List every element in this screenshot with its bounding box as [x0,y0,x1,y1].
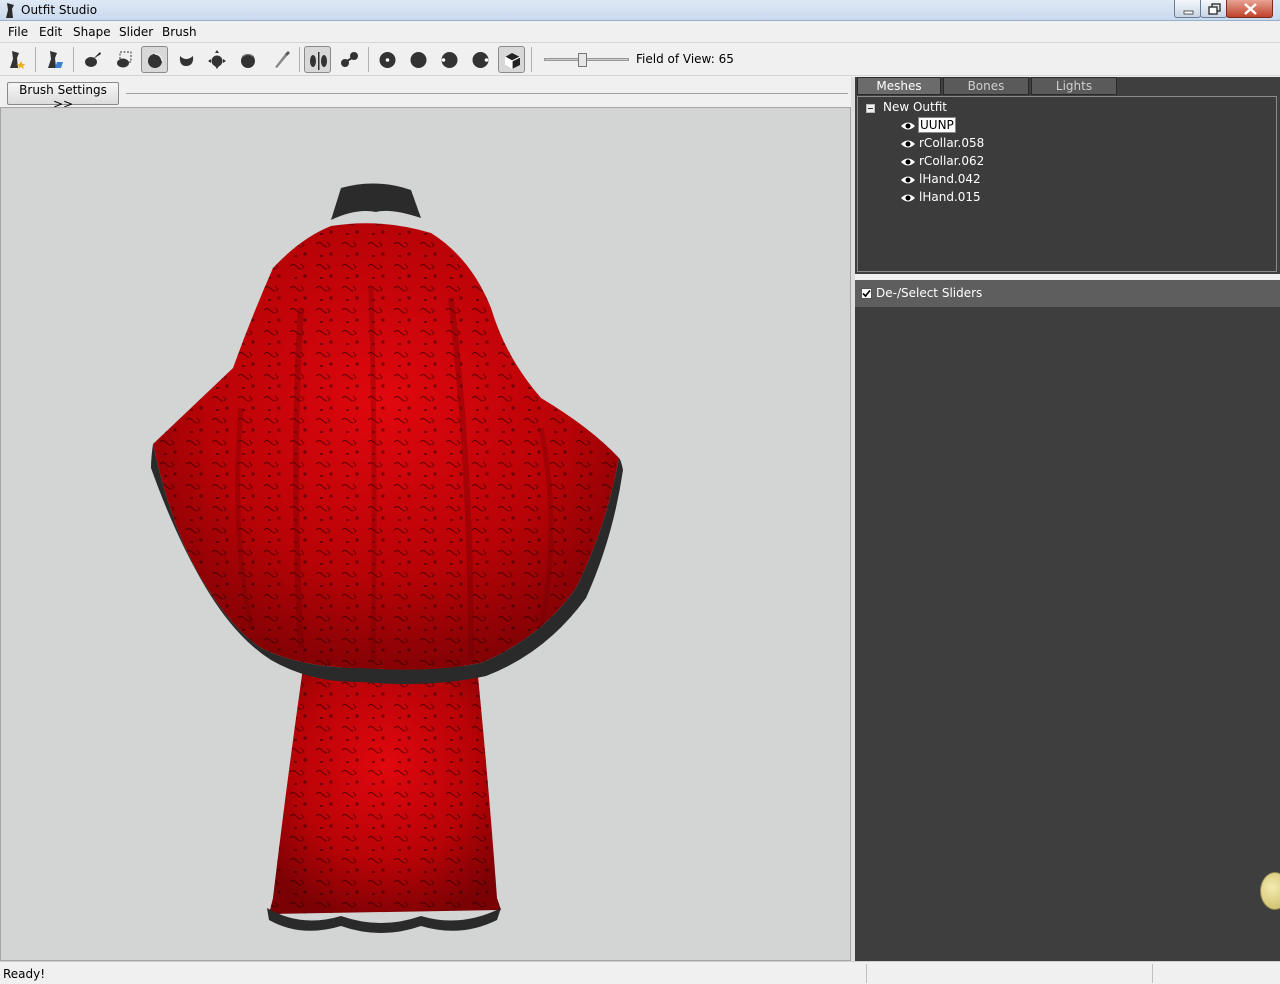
weight-brush-icon [275,51,290,68]
inflate-brush-button[interactable] [141,46,168,73]
tab-meshes[interactable]: Meshes [857,77,941,95]
menu-slider[interactable]: Slider [119,25,153,39]
status-text: Ready! [3,967,46,981]
title-bar: Outfit Studio [0,0,1280,21]
new-outfit-button[interactable] [3,46,30,73]
select-brush-button[interactable] [79,46,106,73]
3d-viewport[interactable] [0,107,851,961]
brush-settings-button[interactable]: Brush Settings >> [7,82,119,111]
view-front-icon [379,52,396,68]
status-bar: Ready! [0,961,1280,984]
perspective-button[interactable] [498,46,525,73]
status-separator [1152,964,1153,983]
toolbar-separator [299,47,300,72]
select-sliders-checkbox[interactable] [861,288,872,299]
visibility-eye-icon[interactable] [900,120,916,132]
collapse-icon[interactable] [866,104,875,113]
connected-only-icon [341,52,358,67]
slider-thumb[interactable] [578,53,587,67]
mask-brush-button[interactable] [111,46,138,73]
visibility-eye-icon[interactable] [900,156,916,168]
mesh-item-label: lHand.015 [919,190,981,204]
close-button[interactable] [1226,0,1273,18]
view-right-icon [472,52,489,68]
left-pane: Brush Settings >> [0,77,851,961]
visibility-eye-icon[interactable] [900,138,916,150]
app-icon [6,3,14,18]
deflate-brush-icon [179,56,194,66]
field-of-view-slider[interactable] [544,53,629,67]
mesh-item-label: lHand.042 [919,172,981,186]
mesh-tree: New Outfit UUNP rCollar.058 rCollar.062 … [857,96,1277,272]
view-back-button[interactable] [405,46,432,73]
menu-bar: File Edit Shape Slider Brush [0,22,1280,42]
tree-root-label: New Outfit [883,100,948,114]
sliders-list [855,307,1280,961]
tab-lights[interactable]: Lights [1031,77,1117,95]
menu-shape[interactable]: Shape [73,25,111,39]
mask-brush-icon [117,51,132,68]
mirror-x-button[interactable] [304,46,331,73]
menu-brush[interactable]: Brush [162,25,197,39]
outfit-mesh-render [151,183,623,933]
weight-brush-button[interactable] [267,46,294,73]
view-left-button[interactable] [436,46,463,73]
mesh-item-label: UUNP [918,117,956,133]
sliders-header: De-/Select Sliders [855,280,1280,307]
minimize-button[interactable] [1174,0,1201,18]
tab-bar: Meshes Bones Lights [855,77,1280,95]
smooth-brush-button[interactable] [235,46,262,73]
smooth-brush-icon [241,53,255,68]
right-pane: Meshes Bones Lights New Outfit UUNP rCol… [855,77,1280,961]
toolbar-separator [531,47,532,72]
toolbar-separator [368,47,369,72]
restore-button[interactable] [1200,0,1227,18]
view-left-icon [441,52,458,68]
load-outfit-icon [48,51,63,68]
move-brush-icon [208,50,226,69]
inflate-brush-icon [148,53,163,68]
visibility-eye-icon[interactable] [900,174,916,186]
checkmark-icon [862,289,871,298]
mirror-x-icon [310,52,327,70]
mesh-item-label: rCollar.058 [919,136,985,150]
menu-edit[interactable]: Edit [39,25,62,39]
sliders-header-label: De-/Select Sliders [876,286,983,300]
toolbar-separator [35,47,36,72]
load-outfit-button[interactable] [41,46,68,73]
connected-only-button[interactable] [336,46,363,73]
move-brush-button[interactable] [204,46,231,73]
brush-settings-divider [126,93,848,94]
perspective-icon [504,53,521,69]
select-brush-icon [85,52,101,67]
deflate-brush-button[interactable] [173,46,200,73]
view-right-button[interactable] [467,46,494,73]
status-separator [866,964,867,983]
slider-panel-handle[interactable] [1260,872,1280,910]
visibility-eye-icon[interactable] [900,192,916,204]
tab-bones[interactable]: Bones [943,77,1029,95]
view-back-icon [410,52,427,68]
menu-file[interactable]: File [8,25,28,39]
window-title: Outfit Studio [21,3,98,17]
mesh-item-label: rCollar.062 [919,154,985,168]
field-of-view-label: Field of View: 65 [636,52,734,66]
new-outfit-icon [10,51,26,69]
toolbar-separator [73,47,74,72]
toolbar: Field of View: 65 [0,42,1280,76]
view-front-button[interactable] [374,46,401,73]
